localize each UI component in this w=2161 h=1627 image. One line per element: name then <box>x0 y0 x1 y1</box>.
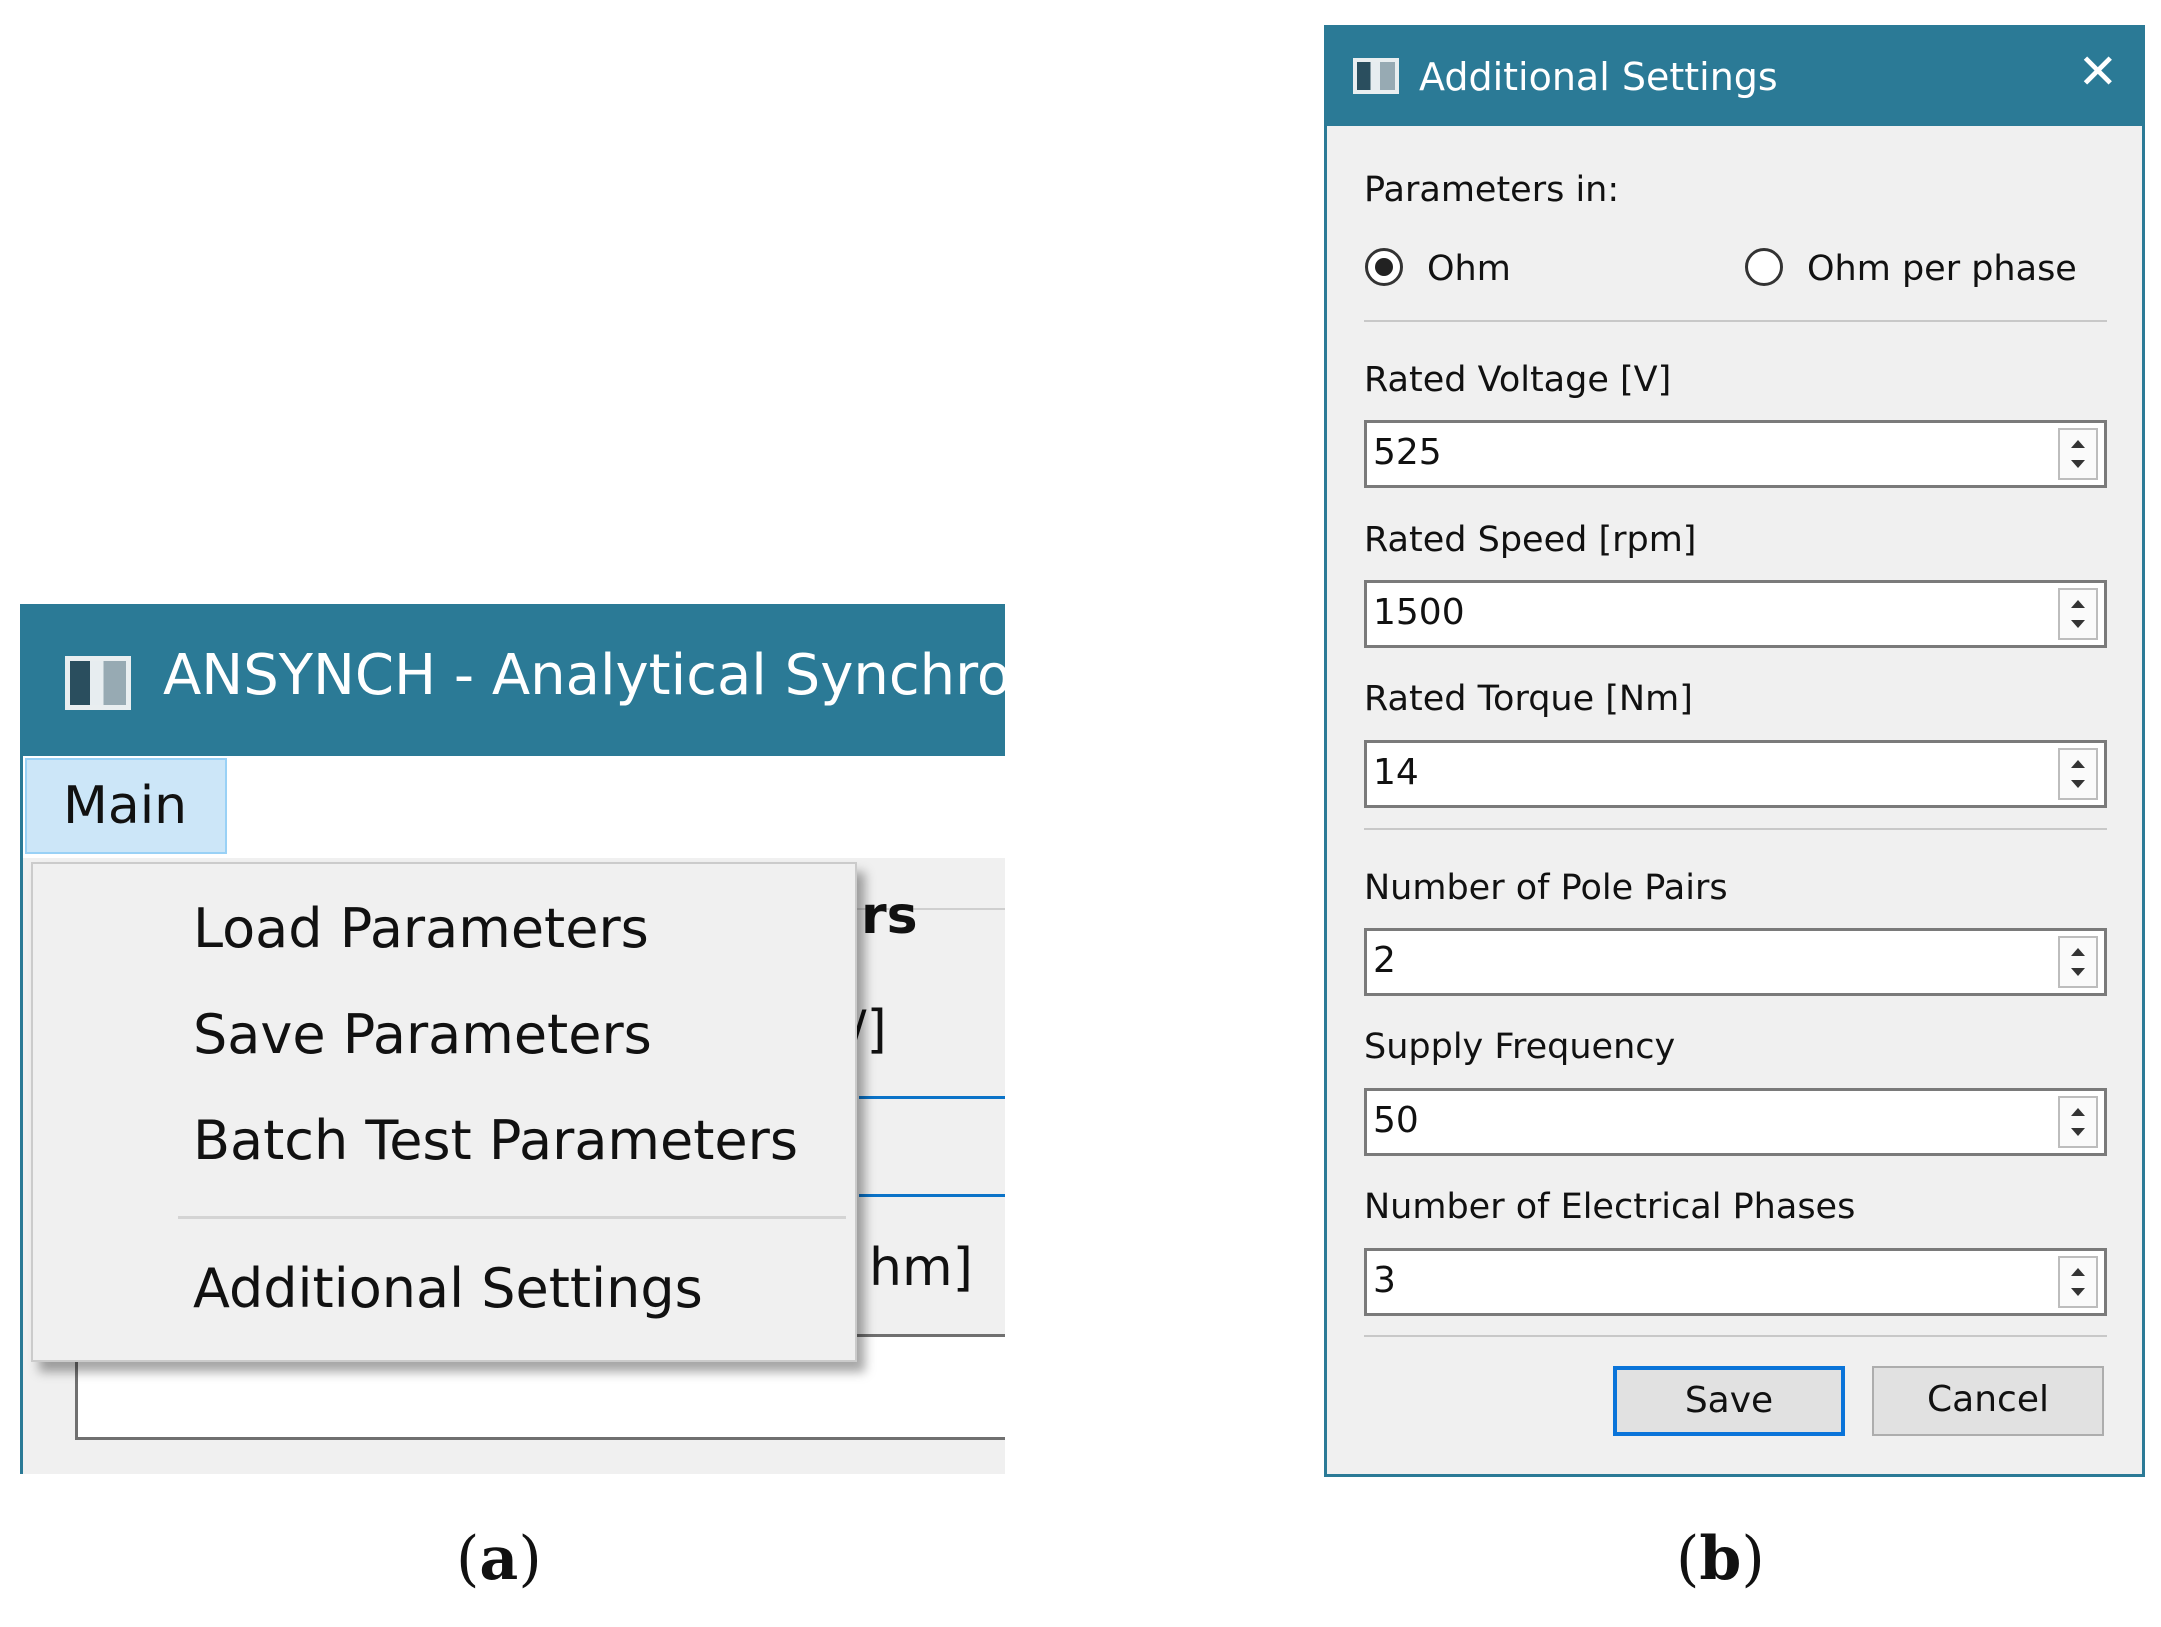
separator-2 <box>1364 828 2107 830</box>
radio-ohm-label[interactable]: Ohm <box>1427 252 1511 287</box>
spin-up-icon[interactable] <box>2071 948 2085 956</box>
background-label-fragment-ohm: hm] <box>869 1238 973 1298</box>
separator-3 <box>1364 1335 2107 1337</box>
field-label-rated-voltage: Rated Voltage [V] <box>1364 360 1672 400</box>
menu-separator <box>178 1216 846 1219</box>
app-window-icon <box>65 656 131 710</box>
rated-torque-value[interactable]: 14 <box>1373 755 1419 791</box>
spin-buttons[interactable] <box>2058 588 2098 640</box>
spin-down-icon[interactable] <box>2071 620 2085 628</box>
spin-up-icon[interactable] <box>2071 1108 2085 1116</box>
rated-torque-spinbox[interactable]: 14 <box>1364 740 2107 808</box>
menu-item-additional-settings[interactable]: Additional Settings <box>193 1262 703 1316</box>
electrical-phases-spinbox[interactable]: 3 <box>1364 1248 2107 1316</box>
main-dropdown-menu: Load Parameters Save Parameters Batch Te… <box>31 862 857 1362</box>
spin-up-icon[interactable] <box>2071 440 2085 448</box>
field-label-pole-pairs: Number of Pole Pairs <box>1364 868 1728 908</box>
main-window-title: ANSYNCH - Analytical Synchroni <box>163 643 1005 708</box>
separator-1 <box>1364 320 2107 322</box>
spin-down-icon[interactable] <box>2071 968 2085 976</box>
save-button[interactable]: Save <box>1613 1366 1845 1436</box>
background-separator-2 <box>859 1334 1005 1337</box>
supply-frequency-spinbox[interactable]: 50 <box>1364 1088 2107 1156</box>
field-label-rated-speed: Rated Speed [rpm] <box>1364 520 1697 560</box>
spin-buttons[interactable] <box>2058 1256 2098 1308</box>
rated-voltage-spinbox[interactable]: 525 <box>1364 420 2107 488</box>
background-group-title-fragment: rs <box>861 886 918 946</box>
spin-up-icon[interactable] <box>2071 600 2085 608</box>
supply-frequency-value[interactable]: 50 <box>1373 1103 1419 1139</box>
spin-down-icon[interactable] <box>2071 780 2085 788</box>
app-window-icon <box>1353 58 1399 94</box>
spin-buttons[interactable] <box>2058 1096 2098 1148</box>
background-input-top <box>859 1096 1005 1099</box>
spin-buttons[interactable] <box>2058 428 2098 480</box>
parameters-in-label: Parameters in: <box>1364 170 1620 210</box>
spin-up-icon[interactable] <box>2071 1268 2085 1276</box>
dialog-titlebar: Additional Settings ✕ <box>1327 28 2142 126</box>
main-window: ANSYNCH - Analytical Synchroni Main rs /… <box>20 604 1005 1474</box>
spin-down-icon[interactable] <box>2071 1288 2085 1296</box>
spin-up-icon[interactable] <box>2071 760 2085 768</box>
pole-pairs-value[interactable]: 2 <box>1373 943 1396 979</box>
field-label-supply-frequency: Supply Frequency <box>1364 1027 1676 1067</box>
close-icon[interactable]: ✕ <box>2078 48 2118 96</box>
spin-down-icon[interactable] <box>2071 1128 2085 1136</box>
rated-speed-spinbox[interactable]: 1500 <box>1364 580 2107 648</box>
rated-speed-value[interactable]: 1500 <box>1373 595 1465 631</box>
menubar: Main <box>23 756 1005 858</box>
rated-voltage-value[interactable]: 525 <box>1373 435 1442 471</box>
menu-item-batch-test-parameters[interactable]: Batch Test Parameters <box>193 1114 798 1168</box>
radio-ohm-per-phase-label[interactable]: Ohm per phase <box>1807 252 2077 287</box>
cancel-button[interactable]: Cancel <box>1872 1366 2104 1436</box>
menu-main[interactable]: Main <box>25 758 227 854</box>
additional-settings-dialog: Additional Settings ✕ Parameters in: Ohm… <box>1324 25 2145 1477</box>
field-label-electrical-phases: Number of Electrical Phases <box>1364 1187 1856 1227</box>
radio-ohm[interactable] <box>1365 248 1403 286</box>
electrical-phases-value[interactable]: 3 <box>1373 1263 1396 1299</box>
pole-pairs-spinbox[interactable]: 2 <box>1364 928 2107 996</box>
menu-item-save-parameters[interactable]: Save Parameters <box>193 1008 652 1062</box>
dialog-title: Additional Settings <box>1419 55 1778 99</box>
caption-a: (a) <box>456 1524 542 1594</box>
spin-buttons[interactable] <box>2058 748 2098 800</box>
menu-item-load-parameters[interactable]: Load Parameters <box>193 902 649 956</box>
caption-b: (b) <box>1676 1524 1765 1594</box>
spin-buttons[interactable] <box>2058 936 2098 988</box>
field-label-rated-torque: Rated Torque [Nm] <box>1364 679 1693 719</box>
main-window-titlebar: ANSYNCH - Analytical Synchroni <box>23 604 1005 756</box>
spin-down-icon[interactable] <box>2071 460 2085 468</box>
radio-ohm-per-phase[interactable] <box>1745 248 1783 286</box>
background-input-bottom <box>859 1194 1005 1197</box>
